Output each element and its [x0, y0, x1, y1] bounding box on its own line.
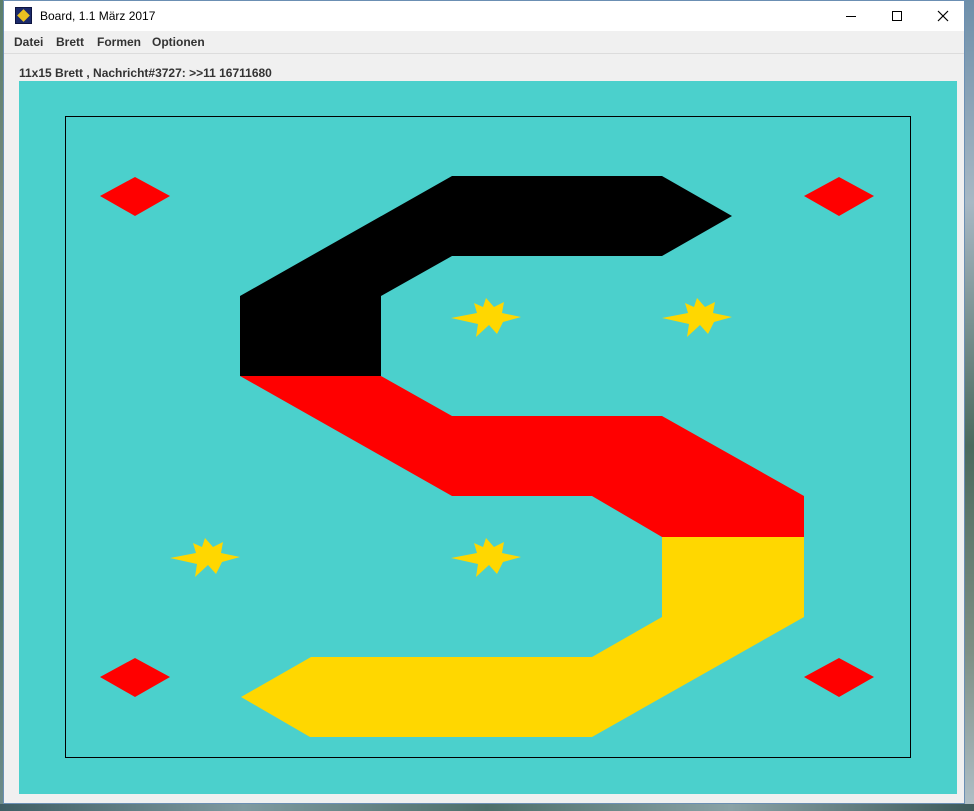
star-4[interactable]: [451, 538, 521, 577]
board-app-icon[interactable]: [15, 7, 32, 24]
maximize-icon: [892, 11, 902, 21]
game-board[interactable]: [19, 81, 957, 794]
title-bar[interactable]: Board, 1.1 März 2017: [4, 1, 964, 31]
window-title: Board, 1.1 März 2017: [40, 9, 156, 23]
star-1[interactable]: [451, 298, 521, 337]
close-button[interactable]: [920, 1, 966, 31]
snake-segment-black[interactable]: [240, 176, 732, 376]
app-window: Board, 1.1 März 2017 Datei Brett Formen …: [3, 0, 965, 804]
menu-optionen[interactable]: Optionen: [152, 35, 205, 49]
maximize-button[interactable]: [874, 1, 920, 31]
menu-formen[interactable]: Formen: [97, 35, 141, 49]
minimize-button[interactable]: [828, 1, 874, 31]
menu-datei[interactable]: Datei: [14, 35, 43, 49]
snake-segment-gold[interactable]: [241, 537, 804, 737]
status-message: 11x15 Brett , Nachricht#3727: >>11 16711…: [19, 66, 272, 80]
snake-segment-red[interactable]: [240, 376, 804, 537]
close-icon: [937, 10, 949, 22]
desktop-background-bottom: [0, 804, 974, 811]
desktop-background-right: [964, 0, 974, 811]
menu-bar: Datei Brett Formen Optionen: [4, 31, 964, 54]
diamond-top-left[interactable]: [100, 177, 170, 216]
diamond-bottom-right[interactable]: [804, 658, 874, 697]
diamond-top-right[interactable]: [804, 177, 874, 216]
star-2[interactable]: [662, 298, 732, 337]
menu-brett[interactable]: Brett: [56, 35, 84, 49]
board-canvas[interactable]: [19, 81, 957, 794]
diamond-bottom-left[interactable]: [100, 658, 170, 697]
star-3[interactable]: [170, 538, 240, 577]
minimize-icon: [846, 16, 856, 17]
